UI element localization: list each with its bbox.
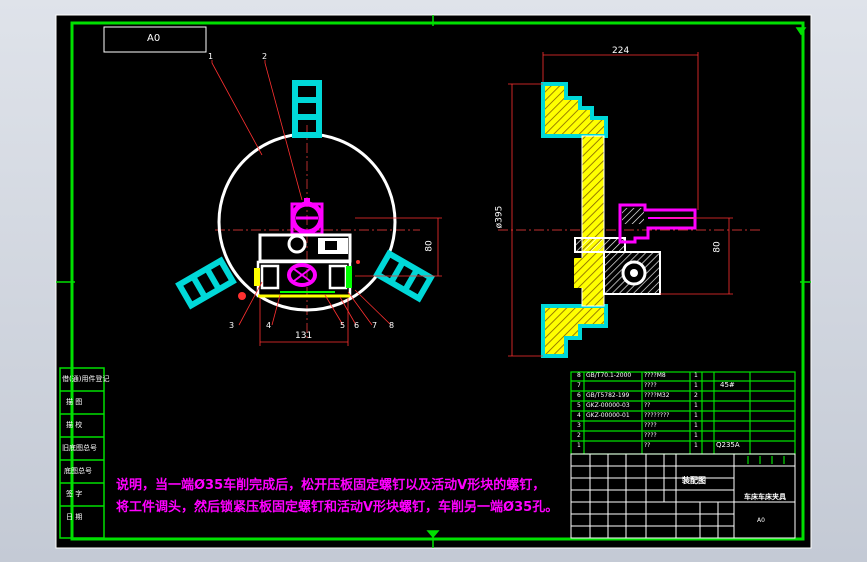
bom-no: 2: [577, 432, 581, 439]
front-dim-height: 80: [424, 240, 435, 252]
bom-qty: 1: [694, 372, 698, 379]
leader-7: 7: [372, 321, 378, 330]
bom-no: 8: [577, 372, 581, 379]
bom-qty: 1: [694, 402, 698, 409]
bom-qty: 1: [694, 432, 698, 439]
sheet-size-label: A0: [147, 33, 161, 44]
bom-qty: 1: [694, 422, 698, 429]
bom-code: GKZ-00000-01: [586, 412, 630, 419]
leader-8: 8: [389, 321, 395, 330]
bom-name: ????: [644, 422, 657, 429]
front-dim-width: 131: [295, 331, 313, 341]
stamp-6: 日 期: [66, 513, 83, 521]
bom-no: 6: [577, 392, 581, 399]
bom-qty: 1: [694, 412, 698, 419]
bom-name: ????M32: [644, 392, 670, 399]
stamp-1: 描 图: [66, 398, 83, 406]
bom-code: GB/T70.1-2000: [586, 372, 632, 379]
stamp-0: 借(通)用件登记: [62, 375, 110, 383]
bom-mat: Q235A: [716, 441, 740, 449]
side-dim-height: 80: [712, 241, 723, 253]
leader-4: 4: [266, 321, 272, 330]
title-drawing-name: 车床车床夹具: [744, 493, 786, 501]
bom-no: 3: [577, 422, 581, 429]
bom-name: ????: [644, 382, 657, 389]
bom-name: ??: [644, 442, 651, 449]
bom-no: 5: [577, 402, 581, 409]
leader-5: 5: [340, 321, 346, 330]
bom-name: ????????: [644, 412, 670, 419]
bom-qty: 2: [694, 392, 698, 399]
bom-no: 7: [577, 382, 581, 389]
title-sheet-size: A0: [757, 517, 765, 524]
stamp-3: 旧底图总号: [62, 444, 97, 452]
bom-name: ????: [644, 432, 657, 439]
bom-name: ????M8: [644, 372, 666, 379]
stamp-2: 描 校: [66, 421, 83, 429]
leader-6: 6: [354, 321, 360, 330]
leader-3: 3: [229, 321, 235, 330]
title-assembly-label: 装配图: [682, 476, 706, 485]
note-line-2: 将工件调头，然后锁紧压板固定螺钉和活动V形块螺钉，车削另一端Ø35孔。: [116, 500, 559, 515]
bom-no: 1: [577, 442, 581, 449]
bom-qty: 1: [694, 382, 698, 389]
bom-no: 4: [577, 412, 581, 419]
side-dim-top: 224: [612, 46, 630, 56]
note-line-1: 说明，当一端Ø35车削完成后，松开压板固定螺钉以及活动V形块的螺钉，: [116, 478, 546, 493]
leader-2: 2: [262, 52, 268, 61]
bom-name: ??: [644, 402, 651, 409]
bom-code: GB/T5782-199: [586, 392, 630, 399]
side-dim-diameter: ø395: [494, 205, 505, 229]
leader-1: 1: [208, 52, 214, 61]
bom-code: GKZ-00000-03: [586, 402, 630, 409]
stamp-4: 底图总号: [64, 467, 92, 475]
stamp-5: 签 字: [66, 490, 83, 498]
bom-mat: 45#: [720, 381, 735, 389]
bom-qty: 1: [694, 442, 698, 449]
